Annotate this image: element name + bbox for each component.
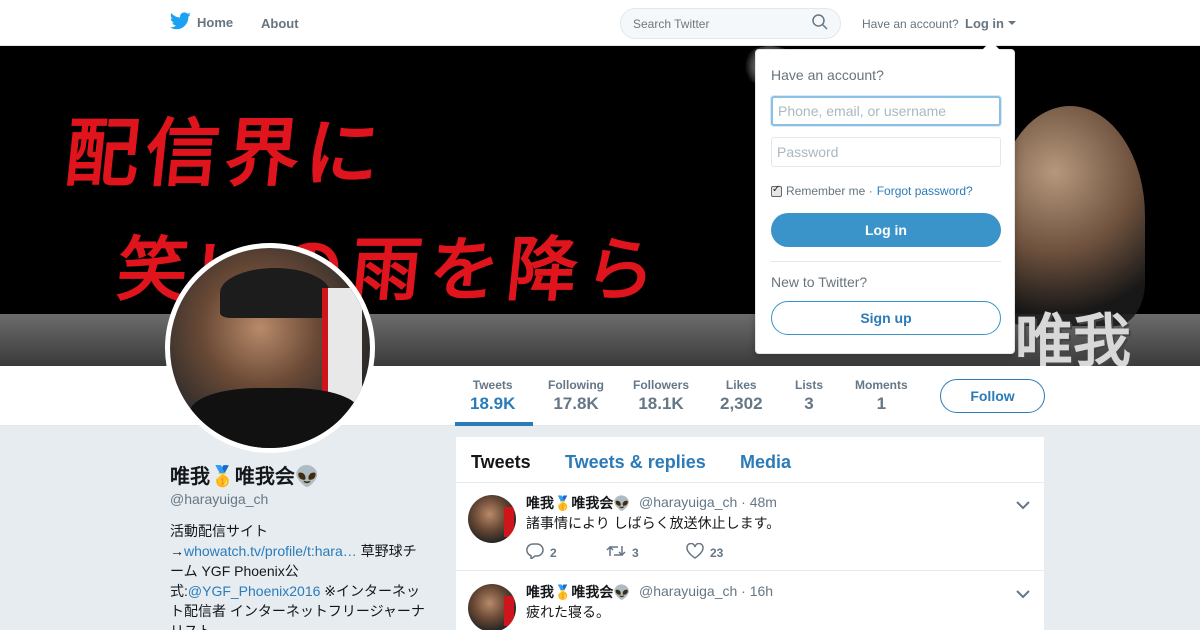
reply-button[interactable]: 2 xyxy=(526,543,606,562)
profile-handle[interactable]: @harayuiga_ch xyxy=(170,491,268,507)
search-icon[interactable] xyxy=(812,14,828,35)
stat-label: Moments xyxy=(855,378,908,392)
stat-likes[interactable]: Likes 2,302 xyxy=(720,378,763,414)
follow-button[interactable]: Follow xyxy=(940,379,1045,413)
stat-lists[interactable]: Lists 3 xyxy=(795,378,823,414)
retweet-count: 3 xyxy=(632,545,639,560)
tweet-author-handle[interactable]: @harayuiga_ch · 16h xyxy=(639,583,773,599)
tab-tweets-replies[interactable]: Tweets & replies xyxy=(565,452,706,473)
stat-value: 18.1K xyxy=(638,394,684,413)
top-nav: Home About Have an account? Log in xyxy=(0,0,1200,46)
new-to-twitter-text: New to Twitter? xyxy=(771,274,868,290)
stat-label: Lists xyxy=(795,378,824,392)
password-field[interactable] xyxy=(771,137,1001,167)
timeline: Tweets Tweets & replies Media 唯我🥇唯我会👽 @h… xyxy=(456,437,1044,630)
timeline-tabs: Tweets Tweets & replies Media xyxy=(456,437,1044,483)
nav-home-label: Home xyxy=(197,15,234,30)
have-account-text: Have an account? xyxy=(862,17,959,31)
chevron-down-icon[interactable] xyxy=(1016,586,1030,604)
reply-icon xyxy=(526,543,544,562)
tweet-text: 諸事情により しばらく放送休止します。 xyxy=(526,515,781,531)
login-dropdown: Have an account? Remember me · Forgot pa… xyxy=(755,41,1015,354)
tweet-avatar[interactable] xyxy=(468,495,516,543)
tweet-author-name[interactable]: 唯我🥇唯我会👽 xyxy=(526,582,631,602)
stat-label: Tweets xyxy=(472,378,513,392)
tweet-text: 疲れた寝る。 xyxy=(526,604,610,620)
heart-icon xyxy=(686,542,704,562)
tweet-author-name[interactable]: 唯我🥇唯我会👽 xyxy=(526,493,631,513)
chevron-down-icon[interactable] xyxy=(1016,497,1030,515)
nav-about[interactable]: About xyxy=(261,16,299,31)
stat-moments[interactable]: Moments 1 xyxy=(855,378,908,414)
forgot-password-link[interactable]: Forgot password? xyxy=(877,184,973,198)
retweet-button[interactable]: 3 xyxy=(606,543,686,562)
profile-avatar[interactable] xyxy=(165,243,375,453)
reply-count: 2 xyxy=(550,545,557,560)
stat-value: 1 xyxy=(876,394,887,413)
retweet-icon xyxy=(606,544,626,561)
signup-button[interactable]: Sign up xyxy=(771,301,1001,335)
banner-text-line1: 配信界に xyxy=(60,111,390,197)
tweet-item[interactable]: 唯我🥇唯我会👽 @harayuiga_ch · 48m 諸事情により しばらく放… xyxy=(456,483,1044,571)
stat-value: 2,302 xyxy=(720,394,763,413)
tweet-item[interactable]: 唯我🥇唯我会👽 @harayuiga_ch · 16h 疲れた寝る。 xyxy=(456,572,1044,630)
stat-tweets[interactable]: Tweets 18.9K xyxy=(470,378,515,414)
chevron-down-icon[interactable] xyxy=(1008,21,1016,25)
tweet-author-handle[interactable]: @harayuiga_ch · 48m xyxy=(639,494,777,510)
stat-label: Following xyxy=(548,378,604,392)
bio-link-whowatch[interactable]: whowatch.tv/profile/t:hara… xyxy=(184,543,357,559)
bio-link-ygf[interactable]: @YGF_Phoenix2016 xyxy=(188,583,321,599)
stat-label: Followers xyxy=(633,378,690,392)
tweet-actions: 2 3 23 xyxy=(526,542,724,562)
tab-media[interactable]: Media xyxy=(740,452,791,473)
remember-label: Remember me · xyxy=(786,184,873,198)
profile-name[interactable]: 唯我🥇唯我会👽 xyxy=(170,460,320,489)
stat-value: 17.8K xyxy=(553,394,599,413)
stat-label: Likes xyxy=(725,378,757,392)
stat-value: 18.9K xyxy=(470,394,516,413)
search-input[interactable] xyxy=(620,8,841,39)
profile-bio: 活動配信サイト →whowatch.tv/profile/t:hara… 草野球… xyxy=(170,521,430,630)
avatar-shirt xyxy=(190,388,360,448)
banner-name-mark: 唯我 xyxy=(1015,307,1132,366)
nav-home[interactable]: Home xyxy=(169,12,234,33)
login-heading: Have an account? xyxy=(771,67,884,83)
active-tab-underline xyxy=(455,422,533,426)
divider xyxy=(771,261,1001,262)
login-button[interactable]: Log in xyxy=(771,213,1001,247)
banner-person-image xyxy=(995,106,1145,326)
stat-following[interactable]: Following 17.8K xyxy=(548,378,604,414)
like-button[interactable]: 23 xyxy=(686,542,724,562)
username-field[interactable] xyxy=(771,96,1001,126)
remember-row: Remember me · Forgot password? xyxy=(771,184,973,198)
stat-followers[interactable]: Followers 18.1K xyxy=(633,378,689,414)
login-link[interactable]: Log in xyxy=(965,16,1004,31)
avatar-cap xyxy=(220,268,330,318)
tab-tweets[interactable]: Tweets xyxy=(471,452,531,473)
twitter-bird-icon xyxy=(169,12,191,33)
tweet-avatar[interactable] xyxy=(468,584,516,630)
like-count: 23 xyxy=(710,545,724,560)
remember-checkbox[interactable] xyxy=(771,184,782,197)
stat-value: 3 xyxy=(804,394,814,413)
